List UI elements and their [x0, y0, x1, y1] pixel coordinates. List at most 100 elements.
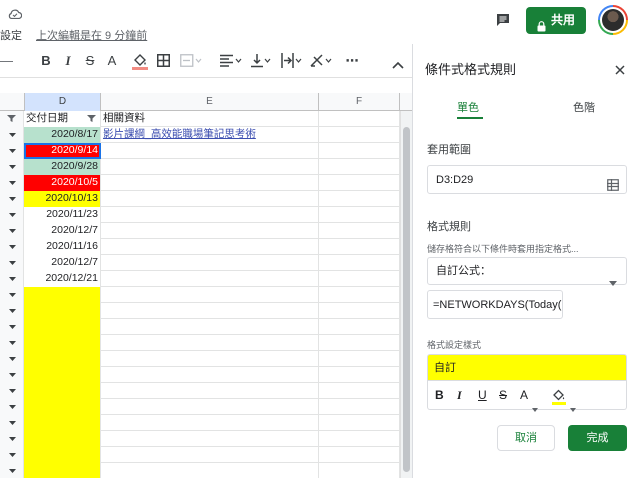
cell-delivery-date[interactable] [24, 431, 101, 447]
vertical-scrollbar[interactable] [400, 111, 412, 478]
cell-related-info[interactable] [101, 143, 319, 159]
cell-related-info[interactable] [101, 159, 319, 175]
cell-f[interactable] [319, 399, 400, 415]
row-dropdown-arrow-icon[interactable] [9, 245, 16, 249]
bold-button[interactable]: B [38, 52, 54, 70]
header-cell-e[interactable]: 相關資料 [101, 111, 319, 127]
style-fill-color-icon[interactable] [552, 387, 566, 405]
row-header[interactable] [0, 287, 24, 303]
cancel-button[interactable]: 取消 [497, 425, 555, 451]
filter-icon[interactable] [7, 115, 16, 122]
cell-related-info[interactable] [101, 367, 319, 383]
done-button[interactable]: 完成 [568, 425, 627, 451]
cell-delivery-date[interactable] [24, 463, 101, 478]
style-underline-button[interactable]: U [478, 381, 487, 409]
style-preview[interactable]: 自訂 [427, 354, 627, 381]
row-dropdown-arrow-icon[interactable] [9, 437, 16, 441]
cell-f[interactable] [319, 159, 400, 175]
cell-related-info[interactable] [101, 255, 319, 271]
style-italic-button[interactable]: I [457, 381, 462, 409]
cell-f[interactable] [319, 175, 400, 191]
row-dropdown-arrow-icon[interactable] [9, 133, 16, 137]
column-filter-icon[interactable] [87, 115, 96, 122]
row-header[interactable] [0, 175, 24, 191]
row-header[interactable] [0, 431, 24, 447]
fill-color-icon[interactable] [132, 52, 148, 70]
cell-delivery-date[interactable] [24, 399, 101, 415]
row-dropdown-arrow-icon[interactable] [9, 261, 16, 265]
cell-delivery-date[interactable] [24, 367, 101, 383]
row-header[interactable] [0, 415, 24, 431]
cell-f[interactable] [319, 447, 400, 463]
row-dropdown-arrow-icon[interactable] [9, 421, 16, 425]
cell-f[interactable] [319, 335, 400, 351]
strikethrough-button[interactable]: S [82, 52, 98, 70]
cell-related-info[interactable]: 影片課綱_高效能職場筆記思考術 [101, 127, 319, 143]
row-header[interactable] [0, 447, 24, 463]
cell-related-info[interactable] [101, 447, 319, 463]
header-cell-d[interactable]: 交付日期 [24, 111, 101, 127]
avatar[interactable] [598, 5, 628, 35]
cell-delivery-date[interactable] [24, 351, 101, 367]
cell-f[interactable] [319, 319, 400, 335]
row-header[interactable] [0, 319, 24, 335]
cell-f[interactable] [319, 415, 400, 431]
range-input[interactable]: D3:D29 [427, 165, 627, 194]
italic-button[interactable]: I [60, 52, 76, 70]
cell-f[interactable] [319, 271, 400, 287]
row-header[interactable] [0, 207, 24, 223]
row-dropdown-arrow-icon[interactable] [9, 197, 16, 201]
vertical-align-icon[interactable] [251, 53, 273, 68]
cell-delivery-date[interactable]: 2020/10/5 [24, 175, 101, 191]
condition-dropdown[interactable]: 自訂公式： [427, 257, 627, 286]
cell-delivery-date[interactable]: 2020/8/17 [24, 127, 101, 143]
row-dropdown-arrow-icon[interactable] [9, 405, 16, 409]
cell-related-info[interactable] [101, 415, 319, 431]
comment-icon[interactable] [495, 12, 511, 28]
cell-related-info[interactable] [101, 431, 319, 447]
cell-f[interactable] [319, 383, 400, 399]
row-header[interactable] [0, 159, 24, 175]
cell-related-info[interactable] [101, 207, 319, 223]
cell-delivery-date[interactable]: 2020/9/28 [24, 159, 101, 175]
grid-select-icon[interactable] [607, 174, 619, 191]
column-header-f[interactable]: F [319, 93, 400, 111]
column-header-e[interactable]: E [101, 93, 319, 111]
cell-delivery-date[interactable]: 2020/12/7 [24, 223, 101, 239]
cell-f[interactable] [319, 111, 400, 127]
cell-related-info[interactable] [101, 351, 319, 367]
collapse-toolbar-icon[interactable] [392, 56, 404, 69]
row-dropdown-arrow-icon[interactable] [9, 389, 16, 393]
cell-f[interactable] [319, 143, 400, 159]
row-dropdown-arrow-icon[interactable] [9, 165, 16, 169]
row-header[interactable] [0, 351, 24, 367]
row-dropdown-arrow-icon[interactable] [9, 341, 16, 345]
style-text-color-button[interactable]: A [520, 381, 528, 409]
row-dropdown-arrow-icon[interactable] [9, 325, 16, 329]
cell-delivery-date[interactable] [24, 303, 101, 319]
cell-related-info[interactable] [101, 175, 319, 191]
row-dropdown-arrow-icon[interactable] [9, 293, 16, 297]
cell-delivery-date[interactable]: 2020/11/23 [24, 207, 101, 223]
scrollbar-thumb[interactable] [403, 127, 410, 472]
row-header[interactable] [0, 303, 24, 319]
cell-f[interactable] [319, 127, 400, 143]
tab-single-color[interactable]: 單色 [457, 99, 479, 115]
row-header[interactable] [0, 367, 24, 383]
tab-color-scale[interactable]: 色階 [573, 99, 595, 115]
column-header-d[interactable]: D [24, 93, 101, 111]
cell-f[interactable] [319, 367, 400, 383]
cell-f[interactable] [319, 431, 400, 447]
cell-related-info[interactable] [101, 223, 319, 239]
row-header[interactable] [0, 335, 24, 351]
more-options-button[interactable]: ⋯ [343, 52, 361, 70]
style-strike-button[interactable]: S [499, 381, 507, 409]
cell-delivery-date[interactable]: 2020/12/7 [24, 255, 101, 271]
row-dropdown-arrow-icon[interactable] [9, 149, 16, 153]
row-dropdown-arrow-icon[interactable] [9, 357, 16, 361]
cell-related-info[interactable] [101, 239, 319, 255]
cell-related-info[interactable] [101, 287, 319, 303]
text-rotation-icon[interactable] [310, 53, 334, 68]
style-bold-button[interactable]: B [435, 381, 444, 409]
cell-delivery-date[interactable] [24, 319, 101, 335]
